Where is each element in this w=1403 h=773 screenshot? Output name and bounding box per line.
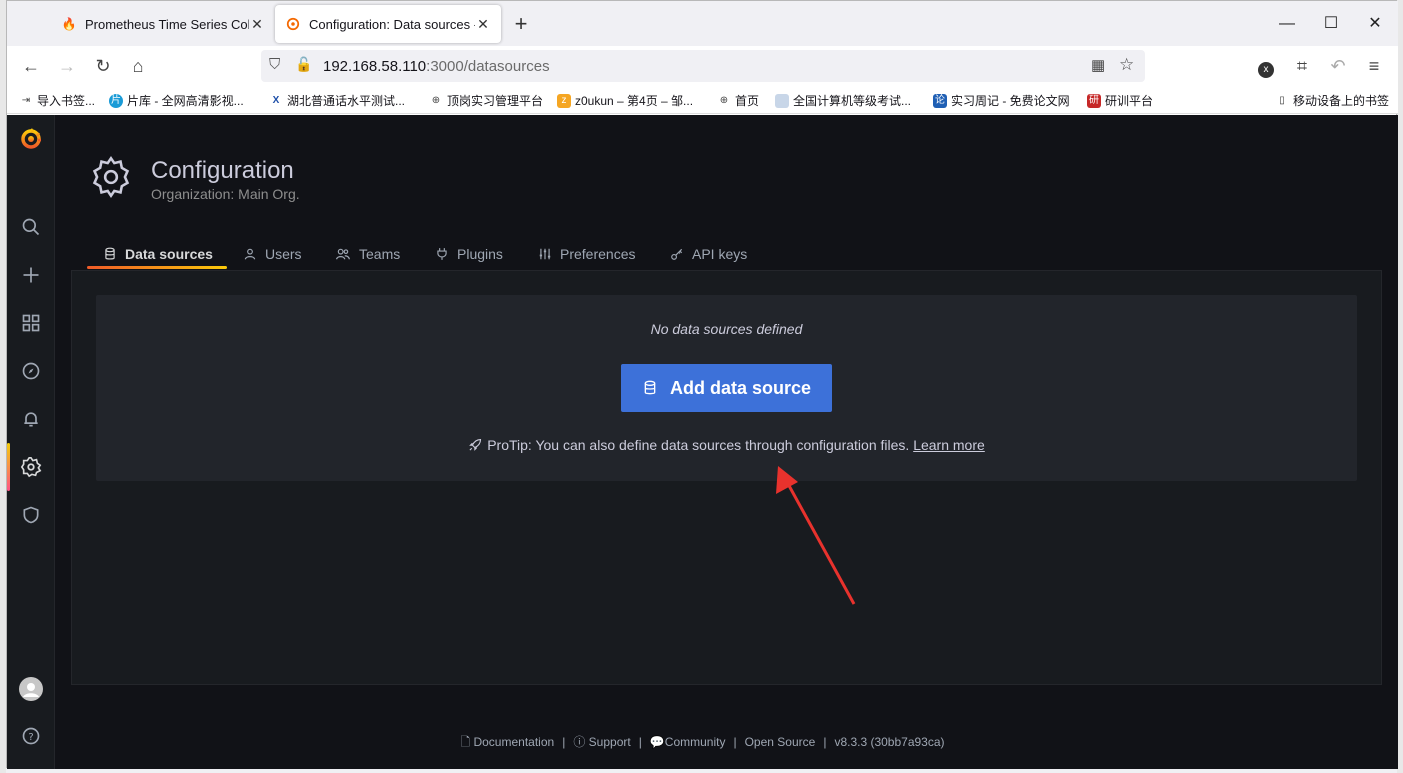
close-tab-icon[interactable]: ✕ bbox=[475, 16, 491, 33]
empty-list-cta: No data sources defined Add data source … bbox=[96, 295, 1357, 481]
home-icon[interactable]: ⌂ bbox=[126, 54, 150, 78]
maximize-icon[interactable]: ☐ bbox=[1309, 9, 1353, 39]
back-icon[interactable]: ← bbox=[19, 54, 43, 78]
gear-icon[interactable] bbox=[19, 455, 43, 479]
bookmark-item[interactable]: z z0ukun – 第4页 – 邹... bbox=[557, 92, 693, 109]
document-icon: 🗋 bbox=[460, 735, 471, 749]
footer: 🗋 Documentation | ⓘ Support | 💬Community | Ope… bbox=[460, 735, 945, 749]
globe-icon: ⊕ bbox=[431, 94, 441, 106]
tab-users[interactable]: Users bbox=[243, 237, 302, 271]
bell-icon[interactable] bbox=[19, 407, 43, 431]
user-icon bbox=[243, 247, 257, 261]
side-menu: ? bbox=[7, 115, 55, 769]
prometheus-flame-icon: 🔥 bbox=[61, 17, 77, 31]
plug-icon bbox=[435, 247, 449, 261]
reload-icon[interactable]: ↻ bbox=[91, 54, 115, 78]
z-icon: z bbox=[557, 93, 571, 108]
bookmark-item[interactable]: 论实习周记 - 免费论文网 bbox=[933, 92, 1070, 109]
tab-teams[interactable]: Teams bbox=[335, 237, 400, 271]
bookmark-item[interactable]: 研研训平台 bbox=[1087, 92, 1153, 109]
question-circle-icon: ⓘ bbox=[573, 735, 586, 749]
database-icon bbox=[642, 380, 658, 396]
add-data-source-button[interactable]: Add data source bbox=[621, 364, 832, 412]
piankuu-icon: 片 bbox=[109, 93, 123, 108]
nav-bar: ← → ↻ ⌂ ⛉ 🔓 192.168.58.110:3000/datasour… bbox=[7, 46, 1398, 86]
yanxun-icon: 研 bbox=[1087, 93, 1101, 108]
shield-icon[interactable] bbox=[19, 503, 43, 527]
close-tab-icon[interactable]: ✕ bbox=[249, 16, 265, 33]
footer-documentation-link[interactable]: 🗋 Documentation bbox=[460, 735, 554, 749]
compass-icon[interactable] bbox=[19, 359, 43, 383]
tab-title: Configuration: Data sources - bbox=[309, 16, 475, 32]
qr-code-icon[interactable]: ▦ bbox=[1091, 56, 1105, 74]
shield-icon: ⛉ bbox=[269, 56, 281, 73]
protip: ProTip: You can also define data sources… bbox=[96, 437, 1357, 455]
bookmark-item[interactable]: 全国计算机等级考试... bbox=[775, 92, 911, 109]
grafana-app: ? Configuration Organization: Main Org. … bbox=[7, 115, 1398, 769]
mobile-icon: ▯ bbox=[1279, 94, 1285, 106]
active-indicator bbox=[7, 443, 10, 491]
bookmark-item[interactable]: ⊕ 首页 bbox=[717, 92, 759, 109]
comments-icon: 💬 bbox=[649, 735, 665, 749]
x-logo-icon: X bbox=[272, 94, 280, 106]
new-tab-button[interactable]: + bbox=[507, 11, 535, 39]
browser-window: 🔥 Prometheus Time Series Colle ✕ Configu… bbox=[6, 0, 1398, 769]
footer-support-link[interactable]: ⓘ Support bbox=[573, 735, 630, 749]
footer-version: v8.3.3 (30bb7a93ca) bbox=[834, 735, 945, 749]
undo-icon[interactable]: ↶ bbox=[1326, 54, 1350, 78]
browser-tab-grafana[interactable]: Configuration: Data sources - ✕ bbox=[275, 5, 501, 43]
grafana-logo-icon[interactable] bbox=[19, 127, 43, 151]
bookmark-item[interactable]: ⇥ 导入书签... bbox=[19, 92, 95, 109]
screen: 🔥 Prometheus Time Series Colle ✕ Configu… bbox=[0, 0, 1403, 773]
browser-tab-prometheus[interactable]: 🔥 Prometheus Time Series Colle ✕ bbox=[51, 5, 275, 43]
bookmark-item[interactable]: ▯ 移动设备上的书签 bbox=[1275, 92, 1389, 109]
lunwen-icon: 论 bbox=[933, 93, 947, 108]
import-icon: ⇥ bbox=[21, 94, 31, 106]
tab-title: Prometheus Time Series Colle bbox=[85, 16, 249, 32]
minimize-icon[interactable]: — bbox=[1265, 9, 1309, 39]
users-icon bbox=[335, 247, 351, 261]
sliders-icon bbox=[538, 247, 552, 261]
bookmark-item[interactable]: X 湖北普通话水平测试... bbox=[269, 92, 405, 109]
footer-community-link[interactable]: 💬Community bbox=[650, 735, 726, 749]
rocket-icon bbox=[468, 437, 483, 455]
grafana-icon bbox=[285, 16, 301, 32]
footer-open-source-link[interactable]: Open Source bbox=[745, 735, 816, 749]
menu-icon[interactable]: ≡ bbox=[1362, 54, 1386, 78]
forward-icon[interactable]: → bbox=[55, 54, 79, 78]
page-icon bbox=[775, 93, 789, 108]
globe-icon: ⊕ bbox=[719, 94, 729, 106]
url-bar[interactable]: ⛉ 🔓 192.168.58.110:3000/datasources ▦ ☆ bbox=[261, 50, 1145, 82]
page-title: Configuration bbox=[151, 157, 294, 184]
search-icon[interactable] bbox=[19, 215, 43, 239]
learn-more-link[interactable]: Learn more bbox=[913, 437, 985, 453]
bookmarks-bar: ⇥ 导入书签... 片片库 - 全网高清影视... X 湖北普通话水平测试... ⊕… bbox=[7, 86, 1398, 114]
page-subtitle: Organization: Main Org. bbox=[151, 186, 300, 202]
extension-x-icon[interactable]: x bbox=[1254, 54, 1278, 78]
active-tab-underline bbox=[87, 266, 227, 269]
tab-api-keys[interactable]: API keys bbox=[670, 237, 747, 271]
cog-header-icon bbox=[89, 155, 133, 199]
empty-title: No data sources defined bbox=[650, 321, 803, 337]
key-icon bbox=[670, 247, 684, 261]
crop-icon[interactable]: ⌗ bbox=[1290, 54, 1314, 78]
dashboards-icon[interactable] bbox=[19, 311, 43, 335]
plus-icon[interactable] bbox=[19, 263, 43, 287]
insecure-lock-icon: 🔓 bbox=[295, 56, 313, 72]
tab-preferences[interactable]: Preferences bbox=[538, 237, 635, 271]
bookmark-star-icon[interactable]: ☆ bbox=[1119, 55, 1134, 75]
bookmark-item[interactable]: ⊕ 顶岗实习管理平台 bbox=[429, 92, 543, 109]
database-icon bbox=[103, 247, 117, 261]
url-text: 192.168.58.110:3000/datasources bbox=[323, 58, 550, 75]
bookmark-item[interactable]: 片片库 - 全网高清影视... bbox=[109, 92, 244, 109]
tab-strip: 🔥 Prometheus Time Series Colle ✕ Configu… bbox=[7, 1, 1398, 46]
avatar[interactable] bbox=[19, 677, 43, 701]
tab-plugins[interactable]: Plugins bbox=[435, 237, 503, 271]
close-window-icon[interactable]: ✕ bbox=[1353, 9, 1397, 39]
